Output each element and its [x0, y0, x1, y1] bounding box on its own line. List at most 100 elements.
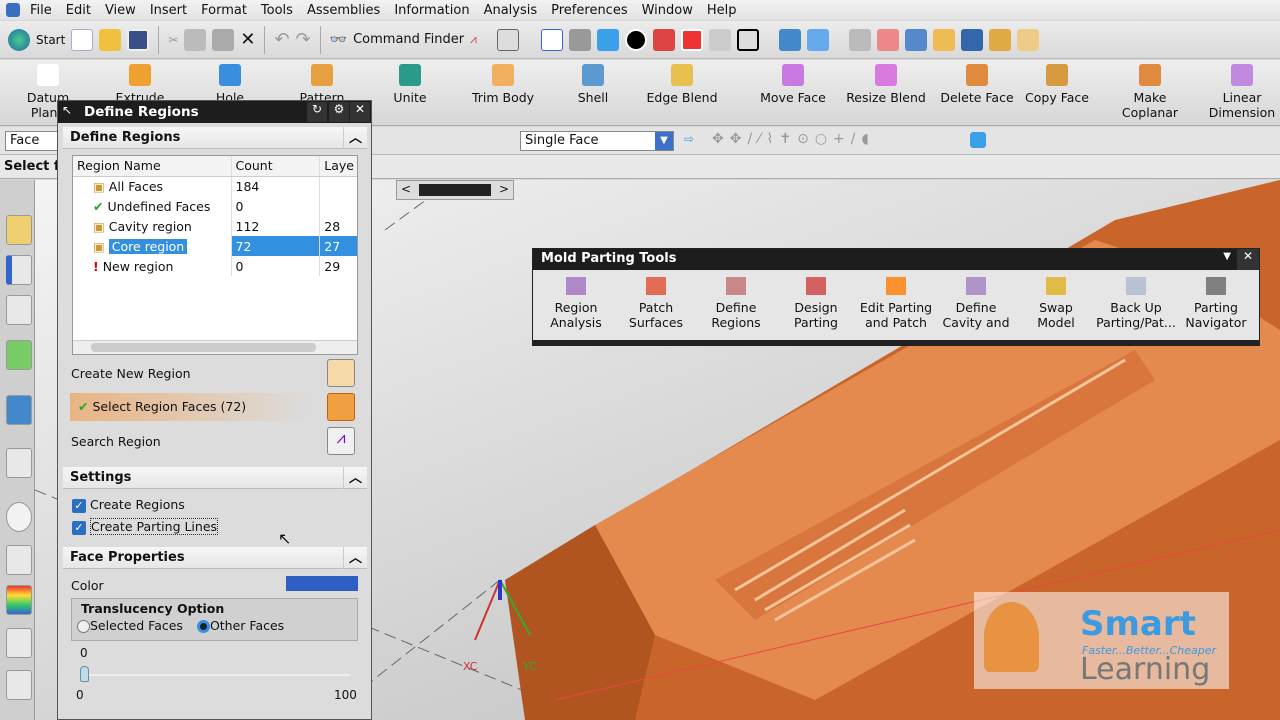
- menu-format[interactable]: Format: [195, 3, 255, 18]
- gear-icon[interactable]: ⚙: [329, 102, 349, 122]
- mold-tool-define-cavity-andbutton[interactable]: Define Cavity and: [936, 277, 1016, 330]
- ribbon-hole-button[interactable]: Hole: [200, 64, 260, 105]
- define-regions-icon[interactable]: ⩘: [470, 32, 477, 47]
- delete-icon[interactable]: ✕: [240, 29, 255, 50]
- select-region-faces-row[interactable]: ✔ Select Region Faces (72): [70, 393, 310, 421]
- shaded-cube-icon[interactable]: [596, 28, 619, 51]
- table-row[interactable]: ▣ All Faces 184: [73, 176, 357, 196]
- render-style-icon[interactable]: [624, 28, 647, 51]
- undo-icon[interactable]: ↶: [274, 29, 289, 50]
- menu-window[interactable]: Window: [636, 3, 701, 18]
- selected-faces-radio[interactable]: Selected Faces: [77, 618, 183, 633]
- ribbon-unite-button[interactable]: Unite: [378, 64, 442, 105]
- ribbon-linear-dimension-button[interactable]: Linear Dimension: [1200, 64, 1280, 120]
- ribbon-resize-blend-button[interactable]: Resize Blend: [844, 64, 928, 105]
- define-regions-group-header[interactable]: Define Regions ︿: [63, 127, 367, 149]
- menu-tools[interactable]: Tools: [255, 3, 301, 18]
- fit-view-icon[interactable]: [540, 28, 563, 51]
- roles-tab[interactable]: [6, 670, 32, 700]
- section-cube-icon[interactable]: [680, 28, 703, 51]
- view-scroll-tab[interactable]: < >: [396, 180, 514, 200]
- web-browser-tab[interactable]: [6, 395, 32, 425]
- system-materials-tab[interactable]: [6, 545, 32, 575]
- face-properties-group-header[interactable]: Face Properties ︿: [63, 547, 367, 569]
- table-row[interactable]: ▣ Cavity region 112 28: [73, 216, 357, 236]
- layer-icon[interactable]: [848, 28, 871, 51]
- visualization-tab[interactable]: [6, 585, 32, 615]
- measure-angle-icon[interactable]: [1016, 28, 1039, 51]
- ribbon-delete-face-button[interactable]: Delete Face: [936, 64, 1018, 105]
- display-icon[interactable]: [932, 28, 955, 51]
- ribbon-copy-face-button[interactable]: Copy Face: [1022, 64, 1092, 105]
- open-folder-icon[interactable]: [99, 28, 122, 51]
- snap-point-icons[interactable]: ✥✥/⁄⌇✝⊙○+/◖: [712, 131, 875, 147]
- color-swatch[interactable]: [286, 576, 358, 591]
- constraint-navigator-tab[interactable]: [6, 255, 32, 285]
- settings-group-header[interactable]: Settings ︿: [63, 467, 367, 489]
- snap-view-icon[interactable]: [778, 28, 801, 51]
- new-file-icon[interactable]: [71, 28, 94, 51]
- reset-icon[interactable]: ↻: [307, 102, 327, 122]
- ribbon-trim-body-button[interactable]: Trim Body: [464, 64, 542, 105]
- horizontal-scrollbar[interactable]: [73, 340, 357, 354]
- start-globe-icon[interactable]: [8, 28, 30, 51]
- ribbon-edge-blend-button[interactable]: Edge Blend: [640, 64, 724, 105]
- part-navigator-tab[interactable]: [6, 295, 32, 325]
- menu-view[interactable]: View: [99, 3, 144, 18]
- mold-tool-region-analysisbutton[interactable]: Region Analysis: [536, 277, 616, 330]
- paste-icon[interactable]: [212, 28, 235, 51]
- cube-icon[interactable]: [970, 132, 986, 148]
- menu-assemblies[interactable]: Assemblies: [301, 3, 388, 18]
- translucency-slider[interactable]: [80, 674, 350, 676]
- table-row[interactable]: ✔ Undefined Faces 0: [73, 196, 357, 216]
- command-finder-button[interactable]: Command Finder: [353, 32, 464, 47]
- mold-tool-parting-navigatorbutton[interactable]: Parting Navigator: [1176, 277, 1256, 330]
- wcs-icon[interactable]: [876, 28, 899, 51]
- ribbon-shell-button[interactable]: Shell: [556, 64, 630, 105]
- menu-edit[interactable]: Edit: [60, 3, 99, 18]
- type-filter-select[interactable]: Face: [5, 131, 65, 151]
- toolbar-options-icon[interactable]: ▼: [1223, 251, 1231, 262]
- background-icon[interactable]: [736, 28, 759, 51]
- save-icon[interactable]: [127, 28, 150, 51]
- palette-tab[interactable]: [6, 448, 32, 478]
- clip-cube-icon[interactable]: [652, 28, 675, 51]
- redo-icon[interactable]: ↷: [296, 29, 311, 50]
- selection-rule-select[interactable]: Single Face ▼: [520, 131, 674, 151]
- close-icon[interactable]: ✕: [350, 102, 370, 122]
- ribbon-make-coplanar-button[interactable]: Make Coplanar: [1110, 64, 1190, 120]
- assembly-navigator-tab[interactable]: [6, 215, 32, 245]
- create-new-region-button[interactable]: [327, 359, 355, 387]
- menu-preferences[interactable]: Preferences: [545, 3, 635, 18]
- mold-tool-back-up-parting-pat-button[interactable]: Back Up Parting/Pat...: [1096, 277, 1176, 330]
- mold-tool-define-regionsbutton[interactable]: Define Regions: [696, 277, 776, 330]
- chevron-left-icon[interactable]: <: [401, 182, 411, 196]
- view-orient-icon[interactable]: [568, 28, 591, 51]
- measure-distance-icon[interactable]: [988, 28, 1011, 51]
- info-icon[interactable]: [496, 28, 519, 51]
- ribbon-move-face-button[interactable]: Move Face: [752, 64, 834, 105]
- copy-icon[interactable]: [184, 28, 207, 51]
- close-icon[interactable]: ✕: [1237, 249, 1259, 270]
- start-button[interactable]: Start: [36, 33, 65, 47]
- chevron-right-icon[interactable]: >: [499, 182, 509, 196]
- menu-information[interactable]: Information: [388, 3, 477, 18]
- reuse-library-tab[interactable]: [6, 340, 32, 370]
- slider-thumb[interactable]: [80, 666, 89, 682]
- history-clock-icon[interactable]: [6, 502, 32, 532]
- menu-help[interactable]: Help: [701, 3, 745, 18]
- table-row-selected[interactable]: ▣ Core region 72 27: [73, 236, 357, 256]
- edit-object-icon[interactable]: [904, 28, 927, 51]
- mold-tool-swap-modelbutton[interactable]: Swap Model: [1016, 277, 1096, 330]
- show-hide-icon[interactable]: [960, 28, 983, 51]
- other-faces-radio[interactable]: Other Faces: [196, 618, 284, 633]
- mold-tool-patch-surfacesbutton[interactable]: Patch Surfaces: [616, 277, 696, 330]
- menu-file[interactable]: File: [24, 3, 60, 18]
- chevron-down-icon[interactable]: ▼: [655, 132, 673, 150]
- search-region-button[interactable]: ⩘: [327, 427, 355, 455]
- cut-icon[interactable]: ✂: [168, 33, 178, 47]
- create-parting-lines-checkbox[interactable]: ✓ Create Parting Lines: [72, 518, 219, 535]
- ribbon-extrude-button[interactable]: Extrude: [100, 64, 180, 105]
- mold-tool-design-partingbutton[interactable]: Design Parting: [776, 277, 856, 330]
- process-studio-tab[interactable]: [6, 628, 32, 658]
